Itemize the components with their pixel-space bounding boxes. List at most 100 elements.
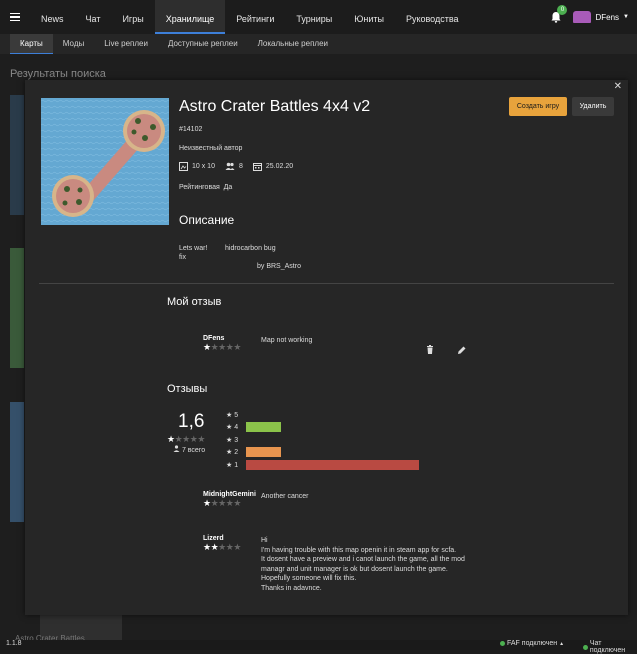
status-bar: 1.1.8 FAF подключен ▲ Чат подключен [0, 640, 637, 654]
star-icon: ★ [233, 342, 241, 352]
chevron-up-icon: ▲ [559, 640, 565, 647]
nav-units[interactable]: Юниты [343, 0, 395, 34]
review-text: Hi I'm having trouble with this map openi… [261, 536, 465, 593]
reviews-heading: Отзывы [167, 383, 208, 395]
delete-map-button[interactable]: Удалить [572, 97, 614, 116]
map-author: Неизвестный автор [179, 145, 243, 152]
map-id: #14102 [179, 126, 203, 133]
star-icon: ★ [182, 434, 190, 444]
review-author: MidnightGemini [203, 491, 256, 498]
tab-local-replays[interactable]: Локальные реплеи [248, 34, 338, 54]
section-divider [39, 283, 614, 284]
calendar-icon [252, 163, 262, 171]
version-label: 1.1.8 [6, 640, 22, 647]
status-dot-icon [583, 644, 588, 650]
rating-bar [246, 447, 281, 457]
average-rating: 1,6 [178, 411, 205, 432]
map-detail-dialog: ✕ Astro Crater Battles 4x4 v2 #14102 Неи… [25, 80, 628, 615]
map-preview-image [41, 98, 169, 225]
rating-bar-label: ★ 3 [226, 436, 239, 444]
my-review-heading: Мой отзыв [167, 296, 222, 308]
star-icon: ★ [233, 498, 241, 508]
rating-bar-label: ★ 2 [226, 449, 239, 456]
star-icon: ★ [218, 542, 226, 552]
review-item: Lizerd ★★★★★ [203, 535, 241, 553]
review-text-line: I'm having trouble with this map openin … [261, 546, 457, 554]
description-heading: Описание [179, 213, 235, 227]
map-preview [41, 98, 169, 225]
review-item: MidnightGemini ★★★★★ [203, 491, 256, 509]
map-size: 10 x 10 [192, 163, 215, 170]
star-rating: ★★★★★ [203, 498, 256, 509]
rated-label: Рейтинговая [179, 184, 220, 191]
close-icon[interactable]: ✕ [614, 81, 622, 92]
review-text-line: managr and unit manager is ok but dosent… [261, 565, 448, 573]
review-text-line: It dosent have a preview and i canot lau… [261, 556, 465, 563]
tab-online-replays[interactable]: Доступные реплеи [158, 34, 248, 54]
tab-mods[interactable]: Моды [53, 34, 94, 54]
review-text: Map not working [261, 337, 313, 344]
total-reviews: 7 всего [173, 445, 205, 454]
sub-nav-bar: Карты Моды Live реплеи Доступные реплеи … [0, 34, 637, 54]
review-text: Another cancer [261, 492, 308, 502]
notification-badge: 0 [557, 5, 568, 15]
chevron-down-icon: ▼ [623, 14, 629, 20]
delete-review-icon[interactable] [425, 345, 435, 355]
rating-bar-row: ★ 3 [226, 434, 246, 445]
nav-guides[interactable]: Руководства [395, 0, 470, 34]
review-text-line: Another cancer [261, 493, 309, 500]
map-meta: 10 x 10 8 25.02.20 [179, 162, 293, 171]
star-icon: ★ [233, 542, 241, 552]
top-nav-bar: News Чат Игры Хранилище Рейтинги Турниры… [0, 0, 637, 34]
user-menu[interactable]: DFens ▼ [573, 11, 629, 23]
star-icon: ★ [197, 434, 205, 444]
status-dot-icon [500, 641, 505, 646]
map-title: Astro Crater Battles 4x4 v2 [179, 98, 371, 115]
chat-status[interactable]: Чат подключен [583, 640, 637, 654]
nav-ratings[interactable]: Рейтинги [225, 0, 285, 34]
nav-tournaments[interactable]: Турниры [285, 0, 343, 34]
rating-bar [246, 459, 419, 470]
star-icon: ★ [167, 434, 175, 444]
review-author: DFens [203, 335, 225, 342]
faf-status[interactable]: FAF подключен ▲ [500, 640, 564, 647]
rating-bar-label: ★ 1 [226, 461, 239, 469]
rating-bar-row: ★ 5 [226, 409, 246, 420]
create-game-button[interactable]: Создать игру [509, 97, 567, 116]
review-text-line: Thanks in adavnce. [261, 584, 322, 592]
my-review: DFens ★★★★★ [203, 335, 241, 353]
rated-value: Да [223, 184, 233, 191]
players-icon [225, 162, 235, 170]
map-date: 25.02.20 [265, 163, 294, 170]
review-text-line: Hi [261, 537, 268, 544]
star-icon: ★ [203, 542, 211, 552]
results-title: Результаты поиска [10, 68, 106, 80]
rating-bar-label: ★ 5 [226, 411, 239, 419]
username: DFens [595, 12, 620, 22]
nav-news[interactable]: News [30, 0, 75, 34]
background-map-card [10, 95, 24, 215]
average-star-rating: ★★★★★ [167, 434, 205, 445]
notifications-button[interactable]: 0 [549, 5, 568, 24]
rating-bar-row: ★ 1 [226, 459, 419, 470]
tab-maps[interactable]: Карты [10, 34, 53, 54]
star-rating: ★★★★★ [203, 342, 241, 353]
nav-vault[interactable]: Хранилище [154, 0, 226, 34]
review-author: Lizerd [203, 535, 224, 542]
person-icon [173, 445, 180, 452]
max-players: 8 [238, 163, 243, 170]
background-map-card [10, 248, 24, 368]
review-text-line: Hopefully someone will fix this. [261, 575, 357, 582]
star-icon: ★ [218, 342, 226, 352]
star-icon: ★ [203, 498, 211, 508]
nav-chat[interactable]: Чат [75, 0, 112, 34]
map-size-icon [179, 162, 188, 171]
edit-review-icon[interactable] [457, 345, 467, 355]
tab-live-replays[interactable]: Live реплеи [94, 34, 158, 54]
rated-row: Рейтинговая Да [179, 184, 232, 191]
rating-bar-label: ★ 4 [226, 424, 239, 431]
nav-games[interactable]: Игры [111, 0, 154, 34]
menu-icon[interactable] [0, 12, 30, 22]
star-rating: ★★★★★ [203, 542, 241, 553]
rating-bar-row: ★ 4 [226, 422, 281, 433]
